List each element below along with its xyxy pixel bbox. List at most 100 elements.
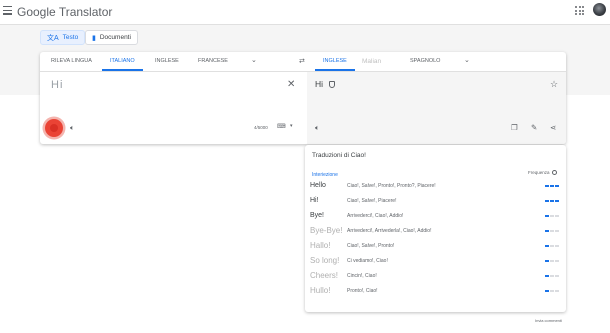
frequency-segment <box>545 290 549 292</box>
source-lang-french[interactable]: FRANCESE <box>198 52 228 71</box>
frequency-bar <box>545 215 560 217</box>
dictionary-title: Traduzioni di Ciao! <box>312 152 366 159</box>
frequency-bar <box>545 290 560 292</box>
dictionary-translations: Ci vediamo!, Ciao! <box>347 258 388 264</box>
frequency-segment <box>555 230 559 232</box>
frequency-segment <box>550 230 554 232</box>
dictionary-word[interactable]: Hallo! <box>310 239 330 253</box>
target-text: Hi <box>315 79 324 89</box>
source-lang-italian[interactable]: ITALIANO <box>102 52 143 71</box>
star-icon[interactable]: ☆ <box>550 79 558 90</box>
frequency-segment <box>555 290 559 292</box>
frequency-label: Frequenza <box>528 170 557 176</box>
dictionary-word[interactable]: So long! <box>310 254 339 268</box>
frequency-segment <box>550 245 554 247</box>
frequency-segment <box>555 260 559 262</box>
frequency-segment <box>555 245 559 247</box>
help-icon[interactable] <box>551 170 557 176</box>
mode-text-label: Testo <box>62 34 79 41</box>
frequency-segment <box>545 200 549 202</box>
frequency-segment <box>555 185 559 187</box>
dictionary-row[interactable]: Hullo! Pronto!, Ciao! <box>305 284 566 298</box>
target-pane: Hi ☆ 🔈︎ ❐ ✎ ⋖ <box>307 72 566 144</box>
frequency-segment <box>550 275 554 277</box>
dictionary-word[interactable]: Cheers! <box>310 269 338 283</box>
avatar[interactable] <box>593 3 606 16</box>
dictionary-word[interactable]: Bye-Bye! <box>310 224 342 238</box>
feedback-link[interactable]: Invia commenti <box>535 318 562 323</box>
dictionary-word[interactable]: Hi! <box>310 194 319 208</box>
dictionary-word[interactable]: Bye! <box>310 209 324 223</box>
target-lang-spanish[interactable]: SPAGNOLO <box>410 52 440 71</box>
dictionary-translations: Arrivederci!, Arrivederla!, Ciao!, Addio… <box>347 228 432 234</box>
chevron-down-icon[interactable]: ▾ <box>290 123 293 129</box>
dictionary-word[interactable]: Hullo! <box>310 284 330 298</box>
frequency-bar <box>545 185 560 187</box>
dictionary-row[interactable]: Bye-Bye! Arrivederci!, Arrivederla!, Ciao… <box>305 224 566 238</box>
language-bar: RILEVA LINGUA ITALIANO INGLESE FRANCESE … <box>40 52 566 72</box>
record-icon <box>50 124 58 132</box>
dictionary-translations: Arrivederci!, Ciao!, Addio! <box>347 213 404 219</box>
dictionary-row[interactable]: Cheers! Cincin!, Ciao! <box>305 269 566 283</box>
edit-icon[interactable]: ✎ <box>531 123 537 132</box>
swap-languages-icon[interactable]: ⇄ <box>299 57 305 65</box>
dictionary-row[interactable]: Hallo! Ciao!, Salve!, Pronto! <box>305 239 566 253</box>
dictionary-row[interactable]: So long! Ci vediamo!, Ciao! <box>305 254 566 268</box>
menu-icon[interactable] <box>3 6 12 15</box>
copy-icon[interactable]: ❐ <box>511 123 518 132</box>
dictionary-panel: Traduzioni di Ciao! Interiezione Frequen… <box>305 145 566 312</box>
frequency-segment <box>545 245 549 247</box>
close-icon[interactable]: ✕ <box>287 79 295 90</box>
speaker-icon[interactable]: 🔈︎ <box>70 123 75 133</box>
translate-icon: 文A <box>47 34 59 42</box>
frequency-segment <box>545 260 549 262</box>
frequency-segment <box>550 260 554 262</box>
source-lang-detect[interactable]: RILEVA LINGUA <box>51 52 92 71</box>
dictionary-row[interactable]: Hi! Ciao!, Salve!, Piacere! <box>305 194 566 208</box>
frequency-bar <box>545 260 560 262</box>
frequency-segment <box>550 290 554 292</box>
mode-documents-label: Documenti <box>99 34 131 41</box>
dictionary-translations: Ciao!, Salve!, Pronto!, Pronto?, Piacere… <box>347 183 436 189</box>
mode-text-button[interactable]: 文A Testo <box>40 30 86 45</box>
translation-card: RILEVA LINGUA ITALIANO INGLESE FRANCESE … <box>40 52 566 144</box>
frequency-segment <box>545 230 549 232</box>
part-of-speech: Interiezione <box>312 172 338 178</box>
frequency-segment <box>550 200 554 202</box>
frequency-segment <box>545 185 549 187</box>
dictionary-translations: Ciao!, Salve!, Piacere! <box>347 198 397 204</box>
character-counter: 4/5000 <box>254 125 268 130</box>
frequency-segment <box>545 215 549 217</box>
frequency-bar <box>545 230 560 232</box>
dictionary-row[interactable]: Bye! Arrivederci!, Ciao!, Addio! <box>305 209 566 223</box>
dictionary-translations: Cincin!, Ciao! <box>347 273 377 279</box>
apps-grid-icon[interactable] <box>575 6 584 15</box>
target-lang-english[interactable]: INGLESE <box>315 52 355 71</box>
dictionary-row[interactable]: Hello Ciao!, Salve!, Pronto!, Pronto?, Pi… <box>305 179 566 193</box>
dictionary-translations: Ciao!, Salve!, Pronto! <box>347 243 395 249</box>
source-text[interactable]: Hi <box>51 79 63 91</box>
chevron-down-icon[interactable]: ⌄ <box>464 57 471 64</box>
frequency-bar <box>545 275 560 277</box>
frequency-segment <box>555 200 559 202</box>
app-title: Google Translator <box>17 5 113 19</box>
document-icon: ▮ <box>92 34 96 42</box>
frequency-segment <box>550 185 554 187</box>
share-icon[interactable]: ⋖ <box>550 123 556 132</box>
dictionary-translations: Pronto!, Ciao! <box>347 288 378 294</box>
microphone-button[interactable] <box>45 119 63 137</box>
frequency-bar <box>545 200 560 202</box>
shield-icon <box>329 81 335 88</box>
top-bar: Google Translator <box>0 0 610 25</box>
chevron-down-icon[interactable]: ⌄ <box>251 57 258 64</box>
frequency-segment <box>555 215 559 217</box>
speaker-icon[interactable]: 🔈︎ <box>315 123 320 133</box>
frequency-segment <box>550 215 554 217</box>
keyboard-icon[interactable]: ⌨ <box>277 123 286 130</box>
frequency-segment <box>555 275 559 277</box>
dictionary-word[interactable]: Hello <box>310 179 326 193</box>
target-lang-malian[interactable]: Malian <box>362 52 381 71</box>
frequency-bar <box>545 245 560 247</box>
source-lang-english[interactable]: INGLESE <box>155 52 179 71</box>
mode-documents-button[interactable]: ▮ Documenti <box>85 30 138 45</box>
